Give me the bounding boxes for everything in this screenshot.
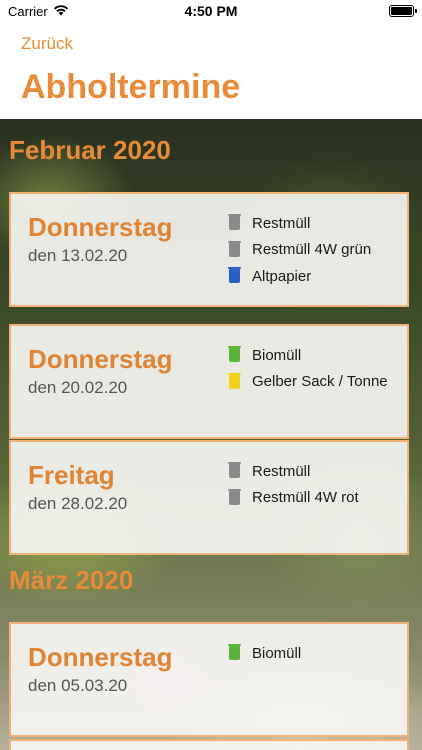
waste-item: Restmüll 4W rot (228, 485, 359, 512)
waste-item: Gelber Sack / Tonne (228, 369, 388, 396)
waste-label: Restmüll (252, 214, 311, 232)
page-title: Abholtermine (21, 68, 241, 106)
waste-item: Restmüll 4W grün (228, 237, 372, 264)
trash-bin-icon (228, 267, 241, 284)
waste-item: Restmüll (228, 458, 359, 485)
waste-label: Restmüll (252, 462, 311, 480)
day-name: Donnerstag (28, 212, 173, 242)
pickup-date: den 20.02.20 (28, 378, 128, 397)
waste-list: Biomüll Gelber Sack / Tonne (228, 342, 388, 396)
waste-label: Biomüll (252, 346, 302, 364)
pickup-date: den 13.02.20 (28, 246, 128, 265)
waste-label: Altpapier (252, 267, 312, 285)
clock: 4:50 PM (184, 3, 238, 19)
navigation-bar: Zurück Abholtermine (0, 24, 422, 119)
waste-item: Biomüll (228, 342, 388, 369)
trash-bin-icon (228, 240, 241, 257)
waste-list: Restmüll Restmüll 4W rot (228, 458, 359, 512)
waste-list: Restmüll Restmüll 4W grün Altpapier (228, 210, 372, 290)
trash-bin-icon (228, 462, 241, 479)
trash-bin-icon (228, 488, 241, 505)
day-name: Donnerstag (28, 642, 173, 672)
waste-list: Biomüll (228, 640, 302, 667)
pickup-date: den 05.03.20 (28, 676, 128, 695)
day-name: Donnerstag (28, 344, 173, 374)
pickup-card[interactable]: Freitag den 28.02.20 Restmüll Restmüll 4… (9, 440, 409, 555)
waste-label: Restmüll 4W grün (252, 241, 372, 259)
schedule-list[interactable]: Februar 2020 Donnerstag den 13.02.20 Res… (0, 119, 422, 750)
day-name: Freitag (28, 460, 115, 490)
pickup-card[interactable] (9, 739, 409, 750)
waste-label: Gelber Sack / Tonne (252, 373, 388, 391)
pickup-card[interactable]: Donnerstag den 20.02.20 Biomüll Gelber S… (9, 324, 409, 439)
waste-label: Restmüll 4W rot (252, 489, 359, 507)
trash-bin-icon (228, 346, 241, 363)
trash-bin-icon (228, 214, 241, 231)
trash-bin-icon (228, 372, 241, 389)
month-heading: Februar 2020 (9, 135, 171, 165)
waste-item: Restmüll (228, 210, 371, 237)
trash-bin-icon (228, 644, 241, 661)
status-bar: Carrier 4:50 PM (0, 0, 422, 24)
pickup-date: den 28.02.20 (28, 494, 128, 513)
waste-item: Altpapier (228, 263, 371, 290)
pickup-card[interactable]: Donnerstag den 13.02.20 Restmüll Restmül… (9, 192, 409, 307)
back-button[interactable]: Zurück (21, 34, 73, 54)
waste-label: Biomüll (252, 644, 302, 662)
waste-item: Biomüll (228, 640, 302, 667)
month-heading: März 2020 (9, 565, 134, 595)
pickup-card[interactable]: Donnerstag den 05.03.20 Biomüll (9, 622, 409, 737)
battery-icon (389, 5, 417, 17)
